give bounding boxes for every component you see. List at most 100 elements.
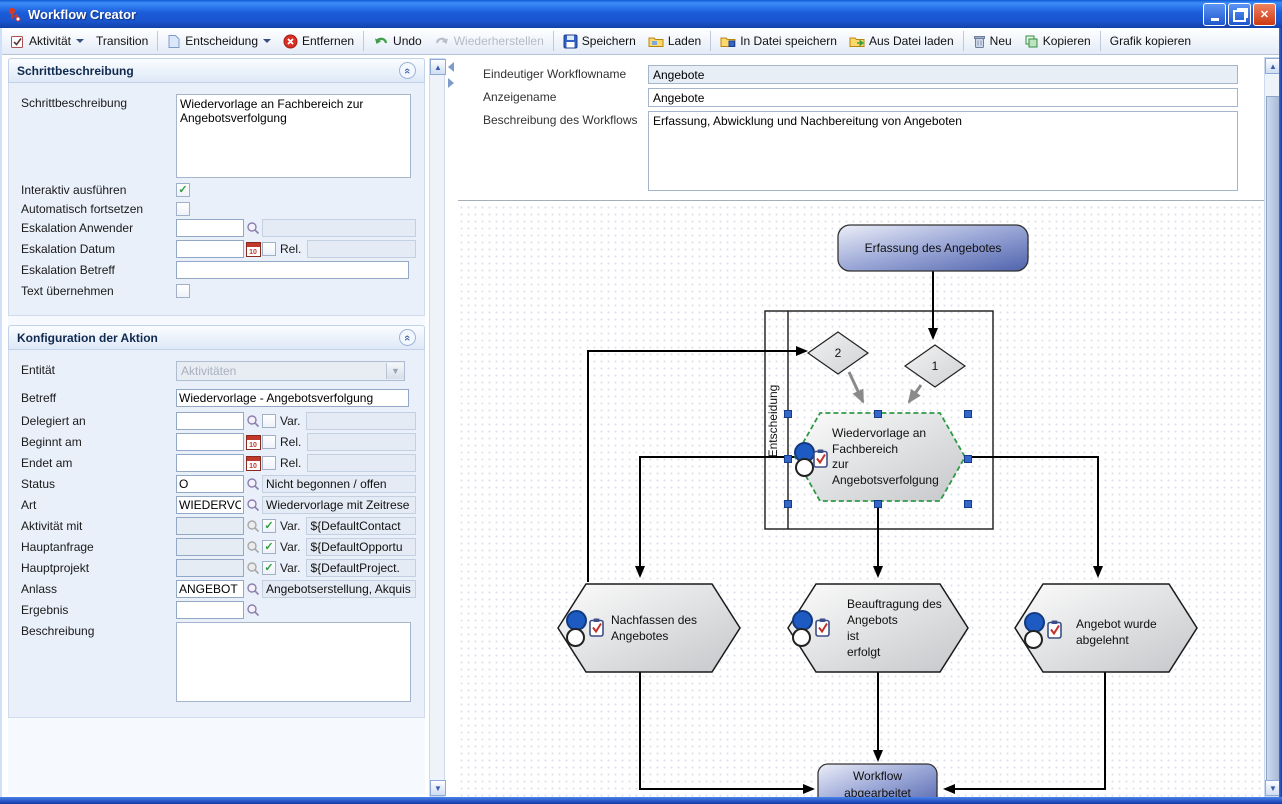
date-picker-button[interactable] <box>244 433 262 451</box>
canvas-vertical-scrollbar[interactable]: ▲ ▼ <box>1264 57 1280 797</box>
eskalation-anwender-input[interactable] <box>176 219 244 237</box>
selection-handle[interactable] <box>785 456 792 463</box>
entscheidung-button[interactable]: Entscheidung <box>161 31 277 52</box>
collapse-chevron-icon[interactable]: « <box>399 62 416 79</box>
actor-white-icon <box>792 628 811 647</box>
in-datei-speichern-button[interactable]: In Datei speichern <box>714 31 843 51</box>
kopieren-button[interactable]: Kopieren <box>1018 31 1097 52</box>
text-uebernehmen-checkbox[interactable] <box>176 284 190 298</box>
date-picker-button[interactable] <box>244 454 262 472</box>
task-clipboard-icon <box>589 618 604 637</box>
collapse-chevron-icon[interactable]: « <box>399 329 416 346</box>
art-input[interactable] <box>176 496 244 514</box>
lookup-button[interactable] <box>244 475 262 493</box>
load-icon <box>648 34 664 48</box>
eskalation-datum-label: Eskalation Datum <box>21 240 176 256</box>
action-section-header[interactable]: Konfiguration der Aktion « <box>8 325 425 350</box>
endet-am-label: Endet am <box>21 454 176 470</box>
eskalation-rel-checkbox[interactable] <box>262 242 276 256</box>
lookup-button[interactable] <box>244 412 262 430</box>
ergebnis-input[interactable] <box>176 601 244 619</box>
scroll-up-button[interactable]: ▲ <box>430 59 446 75</box>
workflow-canvas[interactable]: Entscheidung 2 1 <box>458 204 1264 797</box>
redo-button[interactable]: Wiederherstellen <box>428 31 550 51</box>
magnifier-icon <box>246 519 260 533</box>
eskalation-anwender-label: Eskalation Anwender <box>21 219 176 235</box>
hauptprojekt-var-checkbox[interactable] <box>262 561 276 575</box>
toolbar-separator <box>1100 31 1101 51</box>
neu-button[interactable]: Neu <box>967 31 1018 52</box>
toolbar-separator <box>963 31 964 51</box>
automatisch-label: Automatisch fortsetzen <box>21 200 176 216</box>
start-node-label: Erfassung des Angebotes <box>838 225 1028 271</box>
dropdown-caret-icon <box>263 39 271 43</box>
decision-1-label: 1 <box>932 359 939 373</box>
workflow-description-textarea[interactable]: Erfassung, Abwicklung und Nachbereitung … <box>648 111 1238 191</box>
hauptanfrage-input[interactable] <box>176 538 244 556</box>
collapse-left-icon <box>448 62 454 72</box>
schrittbeschreibung-textarea[interactable]: Wiedervorlage an Fachbereich zur Angebot… <box>176 94 411 178</box>
eskalation-betreff-input[interactable] <box>176 261 409 279</box>
scrollbar-thumb[interactable] <box>1266 96 1280 786</box>
selection-handle[interactable] <box>965 501 972 508</box>
lookup-button-disabled[interactable] <box>244 517 262 535</box>
speichern-button[interactable]: Speichern <box>557 31 642 52</box>
transition-button[interactable]: Transition <box>90 31 154 51</box>
aktivitaet-mit-var-checkbox[interactable] <box>262 519 276 533</box>
beginnt-am-input[interactable] <box>176 433 244 451</box>
lookup-button[interactable] <box>244 601 262 619</box>
remove-icon <box>283 34 298 49</box>
nachfassen-node-label: Nachfassen des Angebotes <box>611 612 731 644</box>
magnifier-icon <box>246 221 260 235</box>
interaktiv-checkbox[interactable] <box>176 183 190 197</box>
endet-rel-checkbox[interactable] <box>262 456 276 470</box>
restore-button[interactable] <box>1228 3 1251 26</box>
aktivitaet-mit-input[interactable] <box>176 517 244 535</box>
minimize-button[interactable] <box>1203 3 1226 26</box>
anlass-input[interactable] <box>176 580 244 598</box>
selection-handle[interactable] <box>875 501 882 508</box>
delegiert-var-checkbox[interactable] <box>262 414 276 428</box>
app-icon <box>6 6 22 22</box>
close-button[interactable]: ✕ <box>1253 3 1276 26</box>
undo-button[interactable]: Undo <box>367 31 428 51</box>
betreff-input[interactable] <box>176 389 409 407</box>
hauptanfrage-label: Hauptanfrage <box>21 538 176 554</box>
eskalation-datum-input[interactable] <box>176 240 244 258</box>
display-name-input[interactable] <box>648 88 1238 107</box>
lookup-button-disabled[interactable] <box>244 559 262 577</box>
beschreibung-textarea[interactable] <box>176 622 411 702</box>
hauptprojekt-input[interactable] <box>176 559 244 577</box>
lookup-button[interactable] <box>244 580 262 598</box>
scroll-down-button[interactable]: ▼ <box>430 780 446 796</box>
selection-handle[interactable] <box>965 411 972 418</box>
lookup-button[interactable] <box>244 219 262 237</box>
selection-handle[interactable] <box>875 411 882 418</box>
hauptanfrage-var-checkbox[interactable] <box>262 540 276 554</box>
left-panel-scrollbar[interactable]: ▲ ▼ <box>429 58 445 797</box>
anlass-label: Anlass <box>21 580 176 596</box>
end-node-label: Workflow abgearbeitet <box>818 768 937 797</box>
delegiert-an-input[interactable] <box>176 412 244 430</box>
aus-datei-laden-button[interactable]: Aus Datei laden <box>843 31 960 51</box>
selection-handle[interactable] <box>785 411 792 418</box>
grafik-kopieren-button[interactable]: Grafik kopieren <box>1104 31 1197 51</box>
step-section-header[interactable]: Schrittbeschreibung « <box>8 58 425 83</box>
lookup-button[interactable] <box>244 496 262 514</box>
beauftragung-node-label: Beauftragung des Angebots ist erfolgt <box>847 596 967 660</box>
group-label: Entscheidung <box>766 385 780 458</box>
entfernen-button[interactable]: Entfernen <box>277 31 360 52</box>
beginnt-rel-checkbox[interactable] <box>262 435 276 449</box>
selection-handle[interactable] <box>785 501 792 508</box>
workflow-name-input[interactable] <box>648 65 1238 84</box>
lookup-button-disabled[interactable] <box>244 538 262 556</box>
panel-splitter[interactable] <box>447 58 456 797</box>
entitaet-select[interactable]: Aktivitäten ▼ <box>176 361 405 381</box>
endet-am-input[interactable] <box>176 454 244 472</box>
laden-button[interactable]: Laden <box>642 31 707 51</box>
status-input[interactable] <box>176 475 244 493</box>
automatisch-checkbox[interactable] <box>176 202 190 216</box>
date-picker-button[interactable] <box>244 240 262 258</box>
selection-handle[interactable] <box>965 456 972 463</box>
aktivitaet-button[interactable]: Aktivität <box>4 31 90 52</box>
